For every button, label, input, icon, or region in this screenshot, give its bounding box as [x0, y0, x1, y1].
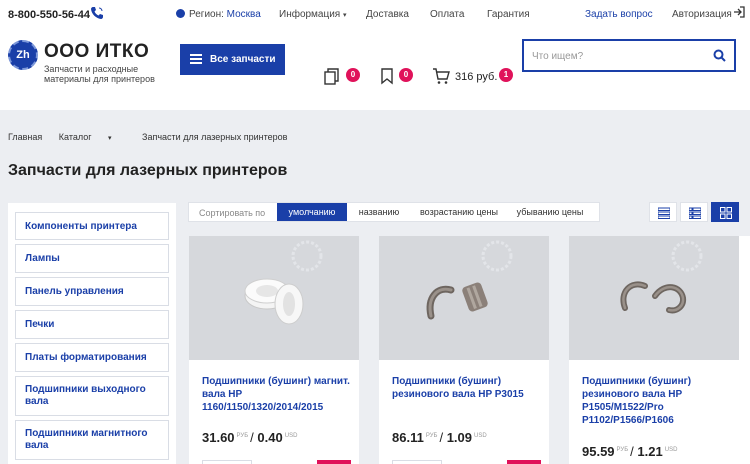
product-price: 86.11 РУБ/ 1.09 USD	[392, 430, 487, 445]
logo-icon[interactable]: Zh	[8, 40, 38, 70]
login-link[interactable]: Авторизация	[672, 9, 732, 20]
breadcrumb-current: Запчасти для лазерных принтеров	[142, 132, 288, 142]
cart-icon[interactable]	[432, 67, 450, 85]
add-to-cart-button[interactable]	[507, 460, 541, 464]
region-city[interactable]: Москва	[227, 9, 261, 20]
sidebar-item-formatter-boards[interactable]: Платы форматирования	[15, 343, 169, 372]
grid-view-button[interactable]	[711, 202, 739, 222]
list-view-button[interactable]	[649, 202, 677, 222]
product-image[interactable]	[379, 236, 549, 360]
nav-payment[interactable]: Оплата	[430, 9, 464, 20]
product-card: Подшипники (бушинг) магнит. вала HP 1160…	[189, 236, 359, 464]
product-name[interactable]: Подшипники (бушинг) резинового вала HP P…	[582, 375, 732, 429]
catalog-button-label: Все запчасти	[210, 54, 276, 65]
product-image[interactable]	[569, 236, 739, 360]
product-name[interactable]: Подшипники (бушинг) магнит. вала HP 1160…	[202, 375, 352, 415]
catalog-button[interactable]: Все запчасти	[180, 44, 285, 75]
price-rub: 95.59	[582, 444, 615, 459]
bookmark-icon[interactable]	[378, 67, 396, 85]
sort-default[interactable]: умолчанию	[277, 203, 347, 221]
product-price: 31.60 РУБ/ 0.40 USD	[202, 430, 298, 445]
compare-count-badge: 0	[346, 68, 360, 82]
breadcrumb-home[interactable]: Главная	[8, 132, 42, 142]
search-input[interactable]	[532, 48, 702, 64]
price-usd: 1.09	[446, 430, 473, 445]
breadcrumb-catalog[interactable]: Каталог ▾	[59, 132, 126, 142]
price-usd: 1.21	[637, 444, 663, 459]
sort-price-desc[interactable]: убыванию цены	[509, 203, 591, 221]
sidebar-item-magnetic-shaft-bearings[interactable]: Подшипники магнитного вала	[15, 420, 169, 460]
sort-label: Сортировать по	[199, 208, 266, 218]
ask-question-link[interactable]: Задать вопрос	[585, 9, 653, 20]
search-box	[522, 39, 736, 72]
phone-number[interactable]: 8-800-550-56-44	[8, 9, 90, 21]
company-name[interactable]: ООО ИТКО	[44, 41, 149, 63]
compact-list-icon	[689, 207, 701, 219]
page-title: Запчасти для лазерных принтеров	[8, 162, 288, 179]
sort-name[interactable]: названию	[349, 203, 409, 221]
price-rub: 31.60	[202, 430, 235, 445]
nav-warranty[interactable]: Гарантия	[487, 9, 530, 20]
currency-rub: РУБ	[236, 433, 249, 439]
breadcrumb: Главная Каталог ▾ Запчасти для лазерных …	[8, 132, 301, 142]
price-rub: 86.11	[392, 430, 424, 445]
chevron-down-icon: ▾	[343, 12, 347, 19]
header: Zh ООО ИТКО Запчасти и расходные материа…	[0, 30, 750, 110]
quantity-stepper[interactable]	[202, 460, 252, 464]
login-icon[interactable]	[732, 5, 746, 19]
sort-price-asc[interactable]: возрастанию цены	[413, 203, 505, 221]
currency-rub: РУБ	[616, 447, 629, 453]
category-sidebar: Компоненты принтера Лампы Панель управле…	[8, 203, 176, 464]
compact-list-view-button[interactable]	[680, 202, 708, 222]
product-card: Подшипники (бушинг) резинового вала HP P…	[379, 236, 549, 464]
currency-usd: USD	[284, 433, 298, 439]
nav-info[interactable]: Информация ▾	[279, 9, 347, 20]
nav-delivery[interactable]: Доставка	[366, 9, 409, 20]
product-price: 95.59 РУБ/ 1.21 USD	[582, 444, 678, 459]
sidebar-item-components[interactable]: Компоненты принтера	[15, 212, 169, 240]
product-image[interactable]	[189, 236, 359, 360]
phone-icon[interactable]	[90, 6, 104, 20]
currency-rub: РУБ	[425, 433, 438, 439]
menu-icon	[190, 54, 202, 64]
list-icon	[658, 207, 670, 219]
currency-usd: USD	[664, 447, 678, 453]
search-icon[interactable]	[713, 49, 726, 62]
location-pin-icon	[176, 9, 185, 18]
quantity-stepper[interactable]	[392, 460, 442, 464]
sidebar-item-control-panel[interactable]: Панель управления	[15, 277, 169, 306]
sidebar-item-exit-shaft-bearings[interactable]: Подшипники выходного вала	[15, 376, 169, 416]
price-usd: 0.40	[257, 430, 283, 445]
company-tagline: Запчасти и расходные материалы для принт…	[44, 64, 155, 84]
chevron-down-icon: ▾	[108, 135, 112, 142]
favorites-count-badge: 0	[399, 68, 413, 82]
region-selector[interactable]: Регион: Москва	[176, 9, 261, 20]
compare-icon[interactable]	[323, 67, 341, 85]
top-bar: 8-800-550-56-44 Регион: Москва Информаци…	[0, 0, 750, 30]
sidebar-item-lamps[interactable]: Лампы	[15, 244, 169, 273]
sort-bar: Сортировать по умолчанию названию возрас…	[188, 202, 600, 222]
cart-sum[interactable]: 316 руб.	[455, 71, 497, 83]
region-label: Регион:	[189, 9, 224, 20]
currency-usd: USD	[474, 433, 487, 439]
add-to-cart-button[interactable]	[317, 460, 351, 464]
grid-icon	[720, 207, 732, 219]
product-name[interactable]: Подшипники (бушинг) резинового вала HP P…	[392, 375, 542, 415]
cart-count-badge: 1	[499, 68, 513, 82]
sidebar-item-fusers[interactable]: Печки	[15, 310, 169, 339]
product-card: Подшипники (бушинг) резинового вала HP P…	[569, 236, 750, 464]
